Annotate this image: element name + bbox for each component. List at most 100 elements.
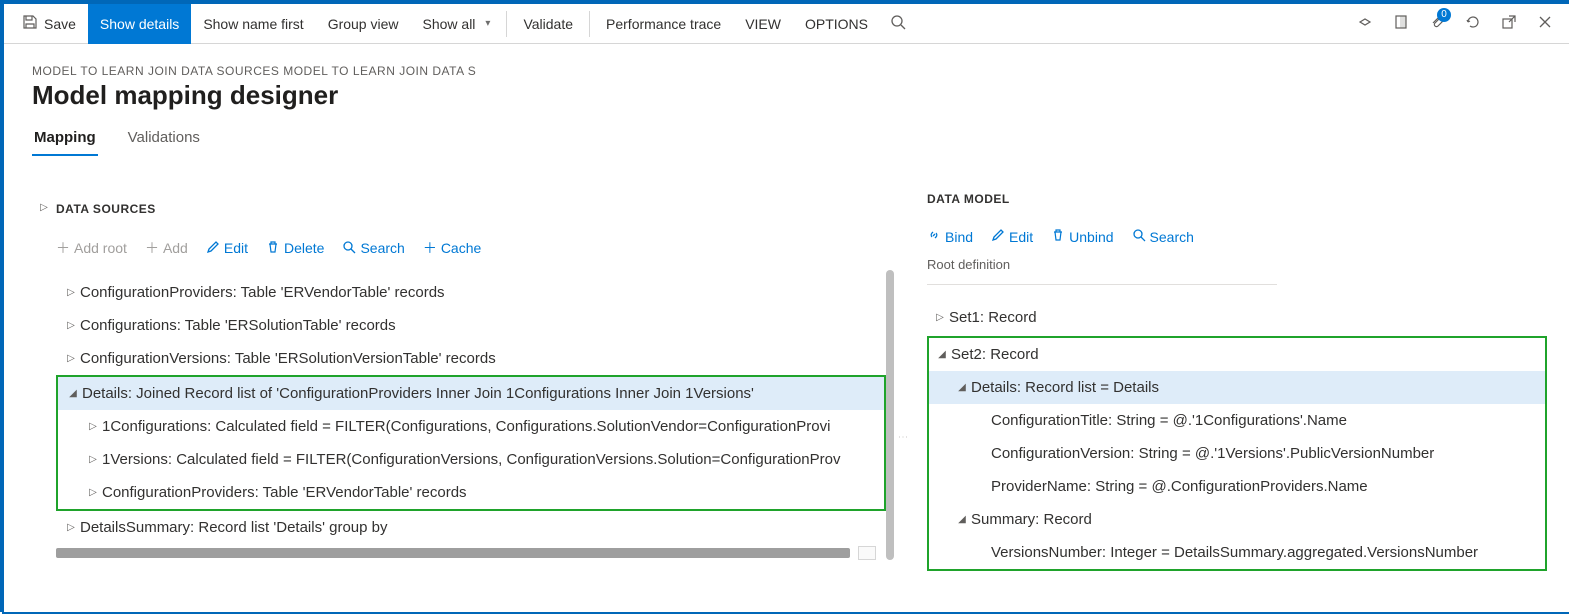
- search-label: Search: [1150, 229, 1194, 245]
- search-command[interactable]: [880, 4, 916, 44]
- splitter-handle[interactable]: ⋮: [902, 432, 908, 439]
- tree-node-details[interactable]: ◢Details: Joined Record list of 'Configu…: [58, 377, 884, 410]
- tree-node-label: ProviderName: String = @.ConfigurationPr…: [991, 478, 1368, 495]
- tree-node[interactable]: ▷ConfigurationProviders: Table 'ERVendor…: [58, 476, 884, 509]
- panel-expander[interactable]: ▷: [32, 192, 56, 213]
- options-label: OPTIONS: [805, 16, 868, 32]
- search-button-right[interactable]: Search: [1132, 228, 1194, 245]
- validate-label: Validate: [523, 16, 573, 32]
- plus-icon: ＋: [56, 238, 70, 258]
- divider: [506, 11, 507, 37]
- highlighted-group: ◢Details: Joined Record list of 'Configu…: [56, 375, 886, 511]
- tabs: Mapping Validations: [2, 119, 1567, 157]
- horizontal-scrollbar[interactable]: [56, 548, 850, 558]
- popout-button[interactable]: [1491, 4, 1527, 44]
- tree-node[interactable]: ▷Configurations: Table 'ERSolutionTable'…: [56, 309, 886, 342]
- connector-icon-button[interactable]: [1347, 4, 1383, 44]
- tree-node-label: ConfigurationProviders: Table 'ERVendorT…: [102, 484, 467, 501]
- data-model-heading: DATA MODEL: [927, 192, 1547, 220]
- tree-node[interactable]: ▷DetailsSummary: Record list 'Details' g…: [56, 511, 886, 544]
- tree-node-label: VersionsNumber: Integer = DetailsSummary…: [991, 544, 1478, 561]
- tree-node[interactable]: ConfigurationTitle: String = @.'1Configu…: [929, 404, 1545, 437]
- add-button[interactable]: ＋ Add: [145, 238, 188, 258]
- office-icon-button[interactable]: [1383, 4, 1419, 44]
- vertical-scrollbar[interactable]: [886, 270, 894, 560]
- show-name-first-label: Show name first: [203, 16, 303, 32]
- plus-icon: ＋: [423, 238, 437, 258]
- breadcrumb: MODEL TO LEARN JOIN DATA SOURCES MODEL T…: [2, 42, 1567, 78]
- tree-node[interactable]: ▷ConfigurationVersions: Table 'ERSolutio…: [56, 342, 886, 375]
- view-label: VIEW: [745, 16, 781, 32]
- tree-node[interactable]: ▷ConfigurationProviders: Table 'ERVendor…: [56, 276, 886, 309]
- view-menu[interactable]: VIEW: [733, 4, 793, 44]
- pencil-icon: [991, 228, 1005, 245]
- search-button-left[interactable]: Search: [342, 238, 404, 258]
- show-details-label: Show details: [100, 16, 179, 32]
- plus-icon: ＋: [145, 238, 159, 258]
- bind-button[interactable]: Bind: [927, 228, 973, 245]
- add-label: Add: [163, 240, 188, 256]
- divider: [589, 11, 590, 37]
- search-icon: [890, 14, 906, 33]
- group-view-button[interactable]: Group view: [316, 4, 411, 44]
- cache-label: Cache: [441, 240, 481, 256]
- tree-node-details[interactable]: ◢Details: Record list = Details: [929, 371, 1545, 404]
- link-icon: [927, 228, 941, 245]
- tree-node[interactable]: ProviderName: String = @.ConfigurationPr…: [929, 470, 1545, 503]
- group-view-label: Group view: [328, 16, 399, 32]
- tree-node-label: Set2: Record: [951, 346, 1039, 363]
- tree-node[interactable]: ◢Summary: Record: [929, 503, 1545, 536]
- tree-node[interactable]: ◢Set2: Record: [929, 338, 1545, 371]
- tree-node-label: 1Configurations: Calculated field = FILT…: [102, 418, 830, 435]
- pencil-icon: [206, 240, 220, 257]
- unbind-button[interactable]: Unbind: [1051, 228, 1113, 245]
- show-details-button[interactable]: Show details: [88, 4, 191, 44]
- performance-trace-button[interactable]: Performance trace: [594, 4, 733, 44]
- validate-button[interactable]: Validate: [511, 4, 585, 44]
- add-root-label: Add root: [74, 240, 127, 256]
- scroll-thumb[interactable]: [858, 546, 876, 560]
- tab-mapping[interactable]: Mapping: [32, 123, 98, 156]
- tree-node[interactable]: ConfigurationVersion: String = @.'1Versi…: [929, 437, 1545, 470]
- tree-node-label: Configurations: Table 'ERSolutionTable' …: [80, 317, 396, 334]
- search-icon: [1132, 228, 1146, 245]
- edit-label: Edit: [224, 240, 248, 256]
- delete-button[interactable]: Delete: [266, 238, 324, 258]
- command-bar: Save Show details Show name first Group …: [4, 4, 1569, 44]
- tree-node-label: 1Versions: Calculated field = FILTER(Con…: [102, 451, 840, 468]
- performance-trace-label: Performance trace: [606, 16, 721, 32]
- root-definition-label: Root definition: [927, 257, 1547, 278]
- cache-button[interactable]: ＋ Cache: [423, 238, 481, 258]
- tree-node-label: Summary: Record: [971, 511, 1092, 528]
- search-icon: [342, 240, 356, 257]
- data-sources-toolbar: ＋ Add root ＋ Add Edit: [56, 230, 910, 270]
- trash-icon: [266, 240, 280, 257]
- tree-node[interactable]: ▷Set1: Record: [927, 301, 1547, 334]
- data-model-tree: ▷Set1: Record ◢Set2: Record ◢Details: Re…: [927, 295, 1547, 571]
- close-icon: [1538, 15, 1552, 32]
- show-all-dropdown[interactable]: Show all: [411, 4, 503, 44]
- options-menu[interactable]: OPTIONS: [793, 4, 880, 44]
- close-button[interactable]: [1527, 4, 1563, 44]
- tab-validations[interactable]: Validations: [126, 123, 202, 156]
- save-label: Save: [44, 16, 76, 32]
- tree-node[interactable]: VersionsNumber: Integer = DetailsSummary…: [929, 536, 1545, 569]
- add-root-button[interactable]: ＋ Add root: [56, 238, 127, 258]
- tree-node-label: Set1: Record: [949, 309, 1037, 326]
- show-name-first-button[interactable]: Show name first: [191, 4, 315, 44]
- edit-button-right[interactable]: Edit: [991, 228, 1033, 245]
- show-all-label: Show all: [423, 16, 476, 32]
- page-title: Model mapping designer: [2, 78, 1567, 119]
- delete-label: Delete: [284, 240, 324, 256]
- bind-label: Bind: [945, 229, 973, 245]
- attachments-button[interactable]: 0: [1419, 4, 1455, 44]
- save-button[interactable]: Save: [10, 4, 88, 44]
- refresh-icon: [1465, 14, 1481, 33]
- tree-node[interactable]: ▷1Versions: Calculated field = FILTER(Co…: [58, 443, 884, 476]
- edit-button[interactable]: Edit: [206, 238, 248, 258]
- refresh-button[interactable]: [1455, 4, 1491, 44]
- tree-node[interactable]: ▷1Configurations: Calculated field = FIL…: [58, 410, 884, 443]
- highlighted-group: ◢Set2: Record ◢Details: Record list = De…: [927, 336, 1547, 571]
- edit-label: Edit: [1009, 229, 1033, 245]
- tree-node-label: ConfigurationTitle: String = @.'1Configu…: [991, 412, 1347, 429]
